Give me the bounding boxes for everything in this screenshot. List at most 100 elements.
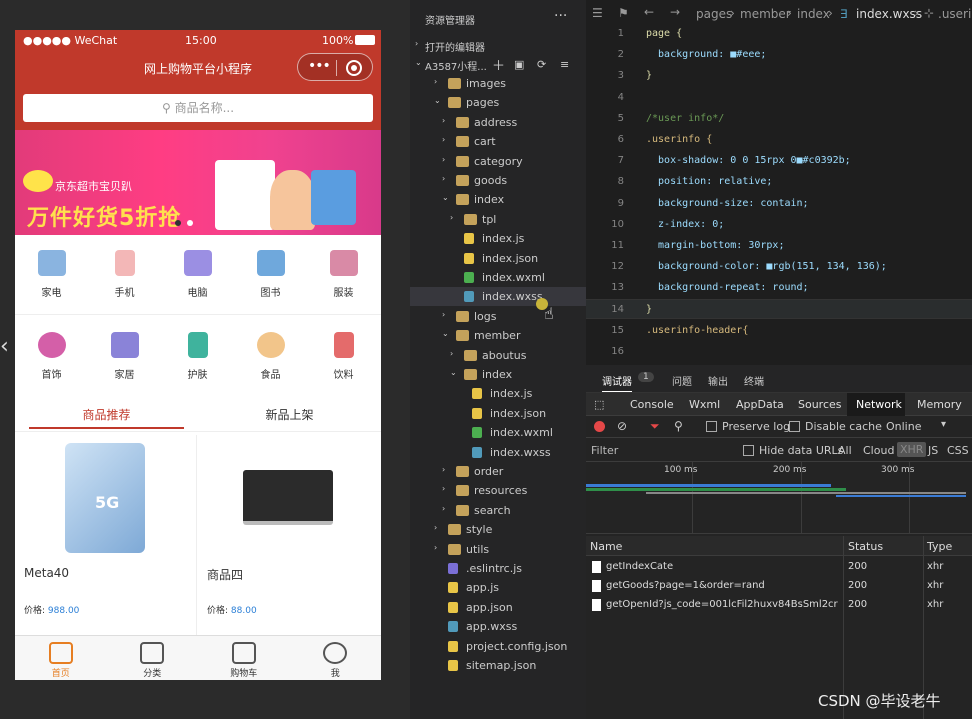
tree-item[interactable]: ⌄ index [410,190,586,209]
filter-css[interactable]: CSS [947,444,969,457]
table-row[interactable]: getIndexCate 200 xhr [586,558,972,577]
code-line[interactable]: background-repeat: round; [646,282,809,293]
code-line[interactable]: .userinfo { [646,134,712,145]
code-line[interactable]: background: ■#eee; [646,49,766,60]
inspect-icon[interactable]: ⬚ [594,398,604,411]
tree-item[interactable]: › search [410,501,586,520]
breadcrumb-item[interactable]: index.wxss [856,7,922,21]
table-row[interactable]: getGoods?page=1&order=rand 200 xhr [586,577,972,596]
hide-data-urls-checkbox[interactable] [743,445,754,456]
tree-item[interactable]: app.json [410,598,586,617]
tab-memory[interactable]: Memory [917,398,962,411]
new-folder-icon[interactable]: ▣ [514,58,524,71]
tab-wxml[interactable]: Wxml [689,398,720,411]
code-editor[interactable]: ☰ ⚑ ← → pages › member › index › ∃ index… [586,0,972,365]
tab-console[interactable]: Console [630,398,674,411]
tabbar-home[interactable]: 首页 [15,636,107,680]
category-item[interactable]: 护肤 [161,317,234,397]
more-icon[interactable]: ··· [554,8,567,24]
refresh-icon[interactable]: ⟳ [537,58,546,71]
swiper-dot[interactable] [187,220,193,226]
table-row[interactable]: getOpenId?js_code=001lcFil2huxv84BsSml2c… [586,596,972,615]
tree-item[interactable]: index.js [410,229,586,248]
tab-new-arrivals[interactable]: 新品上架 [198,400,381,431]
category-item[interactable]: 图书 [234,235,307,314]
category-item[interactable]: 家电 [15,235,88,314]
tree-item[interactable]: index.wxss [410,287,586,307]
tree-item[interactable]: › aboutus [410,346,586,365]
back-icon[interactable]: ← [644,5,654,19]
tree-item[interactable]: › utils [410,540,586,559]
tree-item[interactable]: sitemap.json [410,656,586,675]
tree-item[interactable]: › order [410,462,586,481]
category-item[interactable]: 饮料 [307,317,380,397]
tabbar-category[interactable]: 分类 [107,636,199,680]
code-line[interactable]: } [646,70,652,81]
tree-item[interactable]: › logs [410,307,586,326]
filter-js[interactable]: JS [928,444,938,457]
filter-icon[interactable]: ⏷ [650,419,660,434]
breadcrumb-item[interactable]: pages [696,7,732,21]
category-item[interactable]: 食品 [234,317,307,397]
breadcrumb-item[interactable]: .userin [938,7,972,21]
tree-item[interactable]: ⌄ member [410,326,586,345]
tree-item[interactable]: index.wxml [410,268,586,287]
tree-item[interactable]: › address [410,113,586,132]
network-timeline[interactable]: 100 ms 200 ms 300 ms [586,462,972,534]
new-file-icon[interactable]: ＋ [492,55,505,74]
tree-item[interactable]: index.js [410,384,586,403]
code-line[interactable]: position: relative; [646,176,772,187]
code-line[interactable]: z-index: 0; [646,219,724,230]
tree-item[interactable]: index.wxss [410,443,586,462]
tab-debugger[interactable]: 调试器 [602,373,632,392]
breadcrumb-item[interactable]: index [797,7,830,21]
category-item[interactable]: 服装 [307,235,380,314]
code-line[interactable]: background-size: contain; [646,198,809,209]
tree-item[interactable]: › tpl [410,210,586,229]
column-status[interactable]: Status [848,540,883,553]
tree-item[interactable]: › resources [410,481,586,500]
product-card[interactable]: 商品四 价格: 88.00 [198,435,380,635]
code-line[interactable]: box-shadow: 0 0 15rpx 0■#c0392b; [646,155,851,166]
list-icon[interactable]: ☰ [592,6,603,20]
category-item[interactable]: 电脑 [161,235,234,314]
forward-icon[interactable]: → [670,5,680,19]
code-line[interactable]: /*user info*/ [646,113,724,124]
tree-item[interactable]: .eslintrc.js [410,559,586,578]
filter-all[interactable]: All [838,444,852,457]
throttle-select[interactable]: Online [886,420,921,433]
tree-item[interactable]: ⌄ pages [410,93,586,112]
swiper-dot-active[interactable] [175,220,181,226]
tab-problems[interactable]: 问题 [672,373,692,388]
product-card[interactable]: 5G Meta40 价格: 988.00 [15,435,197,635]
breadcrumb-item[interactable]: member [740,7,791,21]
tree-item[interactable]: › cart [410,132,586,151]
tree-item[interactable]: project.config.json [410,637,586,656]
column-name[interactable]: Name [590,540,622,553]
tree-item[interactable]: ⌄ index [410,365,586,384]
category-item[interactable]: 手机 [88,235,161,314]
tree-item[interactable]: index.wxml [410,423,586,442]
tab-sources[interactable]: Sources [798,398,842,411]
code-line[interactable]: } [646,304,652,315]
category-item[interactable]: 家居 [88,317,161,397]
chevron-down-icon[interactable]: ▾ [941,419,946,430]
tree-item[interactable]: app.js [410,578,586,597]
preserve-log-checkbox[interactable] [706,421,717,432]
project-section[interactable]: ⌄ A3587小程... ＋ ▣ ⟳ ≡ [410,55,586,74]
tabbar-cart[interactable]: 购物车 [198,636,290,680]
clear-icon[interactable]: ⊘ [617,419,627,433]
filter-xhr[interactable]: XHR [897,442,927,457]
search-icon[interactable]: ⚲ [674,419,683,433]
filter-cloud[interactable]: Cloud [863,444,894,457]
tree-item[interactable]: › images [410,74,586,93]
code-line[interactable]: page { [646,28,682,39]
record-icon[interactable] [594,421,605,432]
filter-input[interactable]: Filter [591,444,618,457]
tab-output[interactable]: 输出 [708,373,728,388]
close-icon[interactable] [346,60,362,76]
code-line[interactable]: margin-bottom: 30rpx; [646,240,784,251]
tree-item[interactable]: index.json [410,249,586,268]
capsule-menu[interactable]: ••• [297,53,373,81]
tabbar-me[interactable]: 我 [290,636,382,680]
